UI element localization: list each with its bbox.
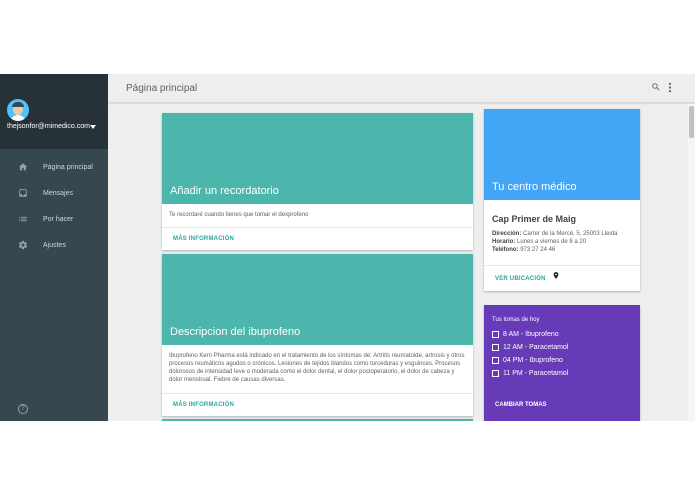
hours-value: Lunes a viernes de 8 a 20	[517, 239, 587, 245]
phone-value: 973 27 24 46	[520, 247, 556, 253]
dose-item[interactable]: 11 PM - Paracetamol	[492, 367, 632, 380]
page-title: Página principal	[126, 83, 198, 94]
hours-label: Horario:	[492, 239, 516, 245]
more-vertical-icon[interactable]	[666, 82, 674, 93]
doses-card-title: Tus tomas de hoy	[492, 317, 540, 323]
scrollbar-thumb[interactable]	[689, 106, 694, 138]
view-location-button[interactable]: VER UBICACIÓN	[495, 276, 546, 282]
reminder-card-title: Añadir un recordatorio	[170, 185, 279, 197]
sidebar-item-label: Mensajes	[43, 189, 73, 197]
home-icon	[18, 163, 28, 171]
address-line: Dirección: Carrer de la Mercè, 5, 25003 …	[492, 230, 632, 238]
app-window: thejsonfor@mimedico.com Página principal…	[0, 74, 695, 421]
description-card-text: Ibuprofeno Kern Pharma está indicado en …	[169, 353, 465, 383]
sidebar-item-todo[interactable]: Por hacer	[0, 206, 108, 232]
medical-center-card-title: Tu centro médico	[492, 181, 577, 193]
dose-checkbox[interactable]	[492, 331, 499, 338]
dose-list: 8 AM - Ibuprofeno 12 AM - Paracetamol 04…	[484, 323, 640, 380]
search-icon[interactable]	[651, 82, 661, 92]
inbox-icon	[19, 189, 27, 197]
dose-label: 8 AM - Ibuprofeno	[503, 331, 559, 338]
avatar[interactable]	[7, 99, 29, 121]
dose-checkbox[interactable]	[492, 357, 499, 364]
account-dropdown-icon[interactable]	[90, 125, 96, 129]
description-card: Descripcion del ibuprofeno Ibuprofeno Ke…	[162, 254, 473, 416]
address-label: Dirección:	[492, 231, 522, 237]
doses-card: Tus tomas de hoy 8 AM - Ibuprofeno 12 AM…	[484, 305, 640, 421]
app-header: Página principal	[108, 74, 695, 103]
dose-label: 11 PM - Paracetamol	[503, 370, 569, 377]
sidebar-item-label: Por hacer	[43, 215, 74, 223]
sidebar-item-settings[interactable]: Ajustes	[0, 232, 108, 258]
medical-center-card-actions: VER UBICACIÓN	[484, 265, 640, 291]
sidebar-nav: Página principal Mensajes Por hacer Ajus…	[0, 154, 108, 258]
reminder-card-actions: MÁS INFORMACIÓN	[162, 227, 473, 250]
user-email[interactable]: thejsonfor@mimedico.com	[7, 123, 90, 130]
sidebar-item-home[interactable]: Página principal	[0, 154, 108, 180]
reminder-card-text: Te recordaré cuando tienes que tomar el …	[169, 212, 309, 218]
sidebar-header: thejsonfor@mimedico.com	[0, 74, 108, 149]
description-card-actions: MÁS INFORMACIÓN	[162, 393, 473, 416]
reminder-more-info-button[interactable]: MÁS INFORMACIÓN	[173, 236, 234, 242]
phone-line: Teléfono: 973 27 24 46	[492, 246, 632, 254]
description-card-title: Descripcion del ibuprofeno	[170, 326, 301, 338]
sidebar: thejsonfor@mimedico.com Página principal…	[0, 74, 108, 421]
address-value: Carrer de la Mercè, 5, 25003 Lleida	[523, 231, 618, 237]
dose-label: 12 AM - Paracetamol	[503, 344, 569, 351]
sidebar-item-messages[interactable]: Mensajes	[0, 180, 108, 206]
medical-center-info: Dirección: Carrer de la Mercè, 5, 25003 …	[484, 224, 640, 254]
sidebar-item-label: Página principal	[43, 163, 93, 171]
reminder-card: Añadir un recordatorio Te recordaré cuan…	[162, 113, 473, 250]
medical-center-card-media: Tu centro médico	[484, 109, 640, 200]
phone-label: Teléfono:	[492, 247, 519, 253]
sidebar-item-label: Ajustes	[43, 241, 66, 249]
scrollbar[interactable]	[688, 104, 695, 421]
medical-center-card: Tu centro médico Cap Primer de Maig Dire…	[484, 109, 640, 291]
change-doses-button[interactable]: CAMBIAR TOMAS	[495, 402, 547, 408]
gear-icon	[18, 240, 28, 250]
list-icon	[19, 216, 27, 222]
location-pin-icon[interactable]	[552, 270, 560, 281]
dose-checkbox[interactable]	[492, 344, 499, 351]
dose-item[interactable]: 8 AM - Ibuprofeno	[492, 328, 632, 341]
dose-label: 04 PM - Ibuprofeno	[503, 357, 563, 364]
help-icon[interactable]: ?	[18, 404, 28, 414]
hours-line: Horario: Lunes a viernes de 8 a 20	[492, 238, 632, 246]
medical-center-name: Cap Primer de Maig	[492, 214, 577, 224]
dose-item[interactable]: 12 AM - Paracetamol	[492, 341, 632, 354]
dose-item[interactable]: 04 PM - Ibuprofeno	[492, 354, 632, 367]
description-card-media: Descripcion del ibuprofeno	[162, 254, 473, 345]
reminder-card-media: Añadir un recordatorio	[162, 113, 473, 204]
description-more-info-button[interactable]: MÁS INFORMACIÓN	[173, 402, 234, 408]
dose-checkbox[interactable]	[492, 370, 499, 377]
next-card	[162, 419, 473, 421]
